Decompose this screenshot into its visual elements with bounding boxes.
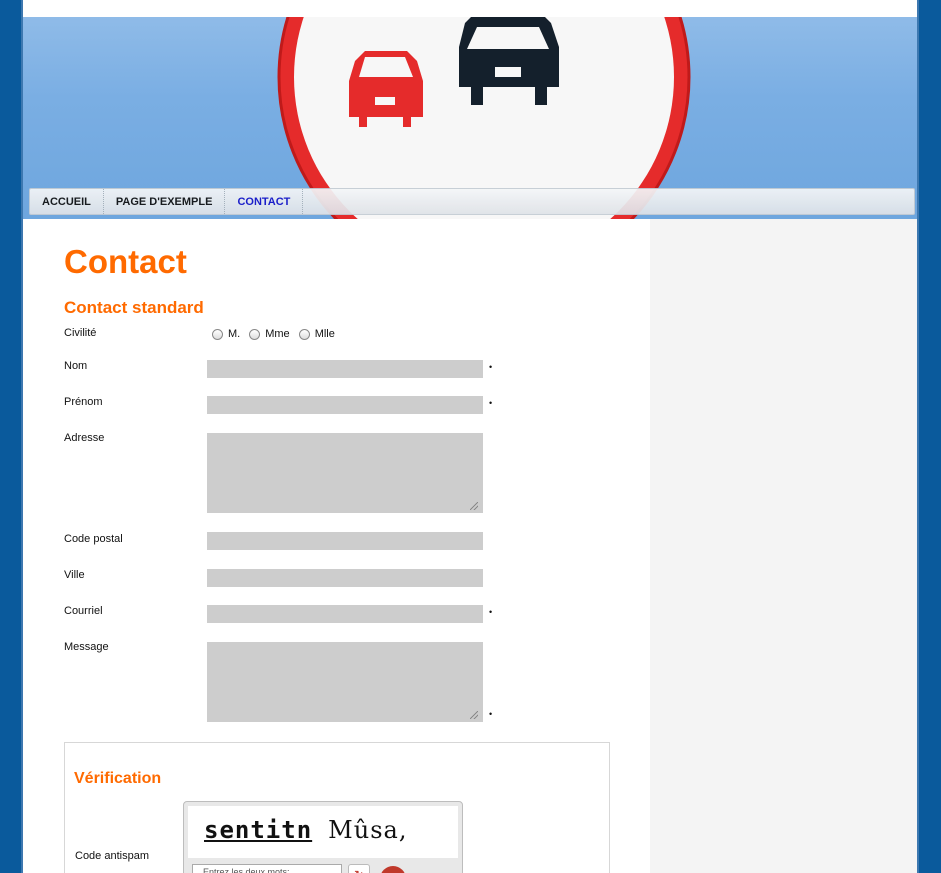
prenom-input[interactable] <box>207 396 483 414</box>
adresse-label: Adresse <box>64 432 105 444</box>
captcha-input[interactable]: Entrez les deux mots: <box>192 864 342 873</box>
main-navigation: ACCUEIL PAGE D'EXEMPLE CONTACT <box>29 188 915 215</box>
top-strip <box>23 0 917 17</box>
courriel-label: Courriel <box>64 605 103 617</box>
radio-mlle-label: Mlle <box>314 328 335 340</box>
nom-input[interactable] <box>207 360 483 378</box>
form-heading: Contact standard <box>64 298 204 317</box>
message-label: Message <box>64 641 109 653</box>
message-required-mark: • <box>489 709 493 719</box>
radio-m-label: M. <box>228 328 241 340</box>
nom-required-mark: • <box>489 362 493 372</box>
prenom-label: Prénom <box>64 396 103 408</box>
captcha-image: sentitn Mûsa, <box>188 806 458 858</box>
verification-heading: Vérification <box>74 770 162 787</box>
courriel-required-mark: • <box>489 607 493 617</box>
radio-mme[interactable] <box>249 328 261 340</box>
radio-mlle[interactable] <box>298 328 310 340</box>
captcha-word-2: Mûsa, <box>328 816 408 844</box>
main-content: Contact Contact standard Civilité M. Mme… <box>23 219 650 873</box>
nav-item-contact[interactable]: CONTACT <box>225 189 304 214</box>
audio-icon[interactable] <box>380 866 406 873</box>
civility-radio-group: M. Mme Mlle <box>212 328 344 340</box>
ville-label: Ville <box>64 569 85 581</box>
courriel-input[interactable] <box>207 605 483 623</box>
captcha-widget: sentitn Mûsa, Entrez les deux mots: ↻ <box>183 801 463 873</box>
ville-input[interactable] <box>207 569 483 587</box>
nav-item-accueil[interactable]: ACCUEIL <box>30 189 104 214</box>
code-postal-label: Code postal <box>64 533 123 545</box>
nav-item-page-exemple[interactable]: PAGE D'EXEMPLE <box>104 189 226 214</box>
sidebar <box>650 219 917 873</box>
message-textarea[interactable] <box>207 642 483 722</box>
code-postal-input[interactable] <box>207 532 483 550</box>
refresh-icon[interactable]: ↻ <box>348 864 370 873</box>
resize-grip-icon[interactable] <box>470 502 478 510</box>
page-title: Contact <box>64 243 187 280</box>
page-container: ACCUEIL PAGE D'EXEMPLE CONTACT Contact C… <box>21 0 919 873</box>
verification-box: Vérification Code antispam sentitn Mûsa, … <box>64 742 610 873</box>
prenom-required-mark: • <box>489 398 493 408</box>
resize-grip-icon[interactable] <box>470 711 478 719</box>
radio-mme-label: Mme <box>265 328 290 340</box>
antispam-label: Code antispam <box>75 850 149 862</box>
nom-label: Nom <box>64 360 88 372</box>
adresse-textarea[interactable] <box>207 433 483 513</box>
civility-label: Civilité <box>64 327 97 339</box>
captcha-word-1: sentitn <box>204 816 313 844</box>
radio-m[interactable] <box>212 328 223 340</box>
